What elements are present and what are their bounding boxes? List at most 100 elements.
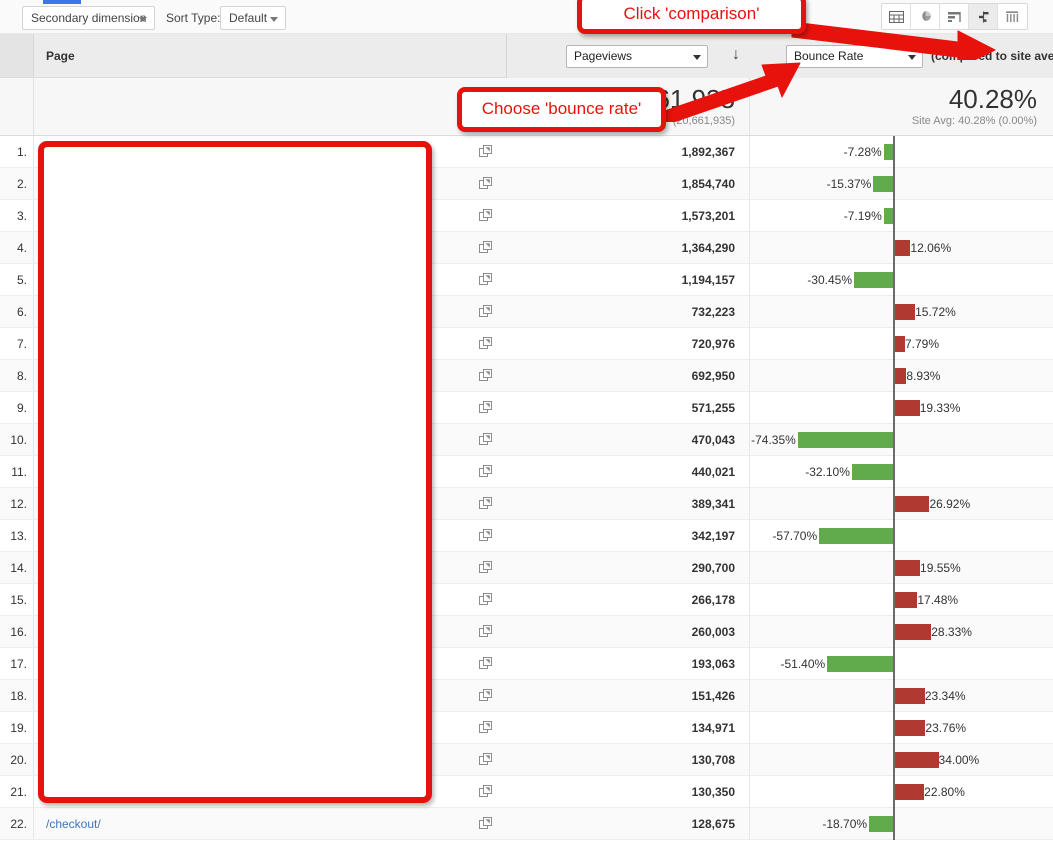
bounce-delta-label: -32.10%: [750, 456, 850, 488]
bounce-bar-negative: [869, 816, 893, 832]
row-bounce-comparison: -18.70%: [750, 808, 1053, 839]
chevron-down-icon: [693, 55, 701, 60]
pie-view-icon[interactable]: [911, 4, 940, 29]
row-bounce-comparison: -57.70%: [750, 520, 1053, 551]
bounce-bar-negative: [852, 464, 893, 480]
zero-axis-line: [893, 424, 895, 456]
bounce-delta-label: 28.33%: [931, 616, 972, 648]
open-in-new-window-icon[interactable]: [470, 424, 506, 455]
row-bounce-comparison: -51.40%: [750, 648, 1053, 679]
open-in-new-window-icon[interactable]: [470, 584, 506, 615]
open-in-new-window-icon[interactable]: [470, 744, 506, 775]
row-index: 21.: [0, 776, 34, 807]
bounce-bar-positive: [895, 560, 920, 576]
row-page-link[interactable]: /checkout/: [34, 808, 470, 839]
open-in-new-window-icon[interactable]: [470, 264, 506, 295]
open-in-new-window-icon[interactable]: [470, 360, 506, 391]
row-index: 8.: [0, 360, 34, 391]
bounce-delta-label: -74.35%: [750, 424, 796, 456]
row-pageviews: 342,197: [506, 520, 750, 551]
row-pageviews: 134,971: [506, 712, 750, 743]
bounce-delta-label: 15.72%: [915, 296, 956, 328]
row-bounce-comparison: 8.93%: [750, 360, 1053, 391]
comparison-view-icon[interactable]: [969, 4, 998, 29]
pivot-view-icon[interactable]: [998, 4, 1027, 29]
secondary-dimension-label: Secondary dimension: [31, 11, 146, 25]
bounce-bar-positive: [895, 688, 925, 704]
open-in-new-window-icon[interactable]: [470, 488, 506, 519]
open-in-new-window-icon[interactable]: [470, 232, 506, 263]
summary-bounce-cell: 40.28% Site Avg: 40.28% (0.00%): [750, 78, 1053, 135]
row-index: 14.: [0, 552, 34, 583]
bounce-delta-label: 12.06%: [910, 232, 951, 264]
compare-metric-dropdown[interactable]: Bounce Rate: [786, 45, 923, 68]
row-bounce-comparison: 23.76%: [750, 712, 1053, 743]
row-index: 10.: [0, 424, 34, 455]
compare-note-label: (compared to site average): [931, 45, 1053, 68]
primary-metric-dropdown[interactable]: Pageviews: [566, 45, 708, 68]
bounce-bar-positive: [895, 720, 925, 736]
bounce-bar-positive: [895, 336, 905, 352]
arrow-down-icon[interactable]: ↓: [732, 46, 740, 64]
bounce-bar-positive: [895, 624, 931, 640]
bounce-bar-negative: [873, 176, 893, 192]
zero-axis-line: [893, 136, 895, 168]
open-in-new-window-icon[interactable]: [470, 616, 506, 647]
row-bounce-comparison: 19.33%: [750, 392, 1053, 423]
summary-bounce-value: 40.28%: [750, 84, 1037, 114]
row-pageviews: 130,350: [506, 776, 750, 807]
open-in-new-window-icon[interactable]: [470, 776, 506, 807]
table-row[interactable]: 22./checkout/128,675-18.70%: [0, 808, 1053, 840]
table-view-icon[interactable]: [882, 4, 911, 29]
row-bounce-comparison: 12.06%: [750, 232, 1053, 263]
compare-metric-value: Bounce Rate: [794, 49, 863, 63]
open-in-new-window-icon[interactable]: [470, 712, 506, 743]
header-index-cell: [0, 34, 34, 77]
zero-axis-line: [893, 456, 895, 488]
sort-type-dropdown[interactable]: Default: [220, 6, 286, 30]
row-pageviews: 193,063: [506, 648, 750, 679]
zero-axis-line: [893, 648, 895, 680]
open-in-new-window-icon[interactable]: [470, 808, 506, 839]
row-index: 7.: [0, 328, 34, 359]
open-in-new-window-icon[interactable]: [470, 680, 506, 711]
primary-metric-value: Pageviews: [574, 49, 632, 63]
row-index: 5.: [0, 264, 34, 295]
bounce-delta-label: 8.93%: [906, 360, 940, 392]
open-in-new-window-icon[interactable]: [470, 648, 506, 679]
open-in-new-window-icon[interactable]: [470, 168, 506, 199]
bounce-bar-positive: [895, 496, 929, 512]
row-bounce-comparison: -7.28%: [750, 136, 1053, 167]
row-bounce-comparison: 17.48%: [750, 584, 1053, 615]
zero-axis-line: [893, 200, 895, 232]
bounce-delta-label: -15.37%: [750, 168, 871, 200]
open-in-new-window-icon[interactable]: [470, 520, 506, 551]
callout-choose-bounce-rate: Choose 'bounce rate': [457, 87, 666, 132]
chevron-down-icon: [908, 55, 916, 60]
open-in-new-window-icon[interactable]: [470, 392, 506, 423]
active-tab-indicator: [43, 0, 81, 4]
bounce-delta-label: 19.55%: [920, 552, 961, 584]
view-type-button-group: [881, 3, 1028, 30]
bounce-delta-label: 22.80%: [924, 776, 965, 808]
open-in-new-window-icon[interactable]: [470, 136, 506, 167]
open-in-new-window-icon[interactable]: [470, 296, 506, 327]
row-bounce-comparison: 22.80%: [750, 776, 1053, 807]
zero-axis-line: [893, 520, 895, 552]
header-page-column[interactable]: Page: [34, 34, 470, 77]
open-in-new-window-icon[interactable]: [470, 456, 506, 487]
row-index: 13.: [0, 520, 34, 551]
open-in-new-window-icon[interactable]: [470, 552, 506, 583]
secondary-dimension-dropdown[interactable]: Secondary dimension: [22, 6, 155, 30]
bounce-delta-label: -30.45%: [750, 264, 852, 296]
row-bounce-comparison: 15.72%: [750, 296, 1053, 327]
open-in-new-window-icon[interactable]: [470, 328, 506, 359]
row-index: 2.: [0, 168, 34, 199]
performance-view-icon[interactable]: [940, 4, 969, 29]
row-pageviews: 1,364,290: [506, 232, 750, 263]
sort-type-value: Default: [229, 11, 267, 25]
open-in-new-window-icon[interactable]: [470, 200, 506, 231]
row-pageviews: 440,021: [506, 456, 750, 487]
row-bounce-comparison: -32.10%: [750, 456, 1053, 487]
callout-bounce-text: Choose 'bounce rate': [482, 100, 642, 119]
